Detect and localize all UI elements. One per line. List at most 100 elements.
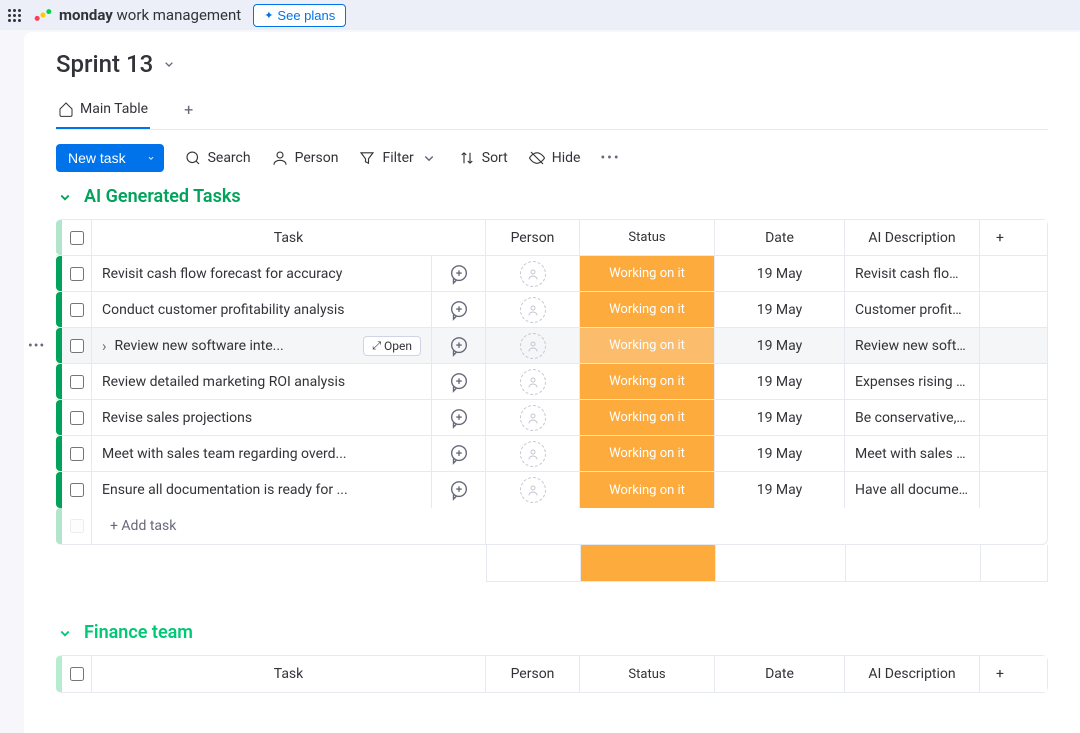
group-ai-header[interactable]: AI Generated Tasks	[56, 186, 1048, 207]
filter-tool[interactable]: Filter	[358, 149, 437, 167]
cell-date[interactable]: 19 May	[715, 364, 845, 399]
cell-aidesc[interactable]: Have all document...	[845, 472, 980, 508]
conversation-button[interactable]	[432, 292, 486, 327]
conversation-button[interactable]	[432, 436, 486, 471]
cell-task[interactable]: Revisit cash flow forecast for accuracy	[92, 256, 432, 291]
task-name[interactable]: Review new software inte...	[115, 338, 358, 354]
row-menu-icon[interactable]: •••	[28, 338, 45, 354]
cell-person[interactable]	[486, 364, 580, 399]
row-checkbox[interactable]	[62, 292, 92, 327]
cell-status[interactable]: Working on it	[580, 292, 715, 327]
cell-aidesc[interactable]: Customer profitabil...	[845, 292, 980, 327]
row-checkbox[interactable]	[62, 328, 92, 363]
cell-status[interactable]: Working on it	[580, 472, 715, 508]
cell-person[interactable]	[486, 256, 580, 291]
see-plans-button[interactable]: See plans	[253, 4, 346, 27]
group-ai-name: AI Generated Tasks	[84, 186, 241, 207]
cell-task[interactable]: Conduct customer profitability analysis	[92, 292, 432, 327]
task-name[interactable]: Revise sales projections	[102, 410, 421, 426]
col-aidesc[interactable]: AI Description	[845, 656, 980, 692]
col-date[interactable]: Date	[715, 220, 845, 255]
cell-status[interactable]: Working on it	[580, 436, 715, 471]
cell-date[interactable]: 19 May	[715, 436, 845, 471]
cell-date[interactable]: 19 May	[715, 256, 845, 291]
cell-person[interactable]	[486, 472, 580, 508]
cell-aidesc[interactable]: Expenses rising - n...	[845, 364, 980, 399]
row-checkbox[interactable]	[62, 256, 92, 291]
add-column-button[interactable]: +	[980, 656, 1020, 692]
group-finance-name: Finance team	[84, 622, 193, 643]
cell-aidesc[interactable]: Revisit cash flow fo...	[845, 256, 980, 291]
cell-date[interactable]: 19 May	[715, 292, 845, 327]
row-checkbox[interactable]	[62, 472, 92, 508]
conversation-button[interactable]	[432, 364, 486, 399]
cell-date[interactable]: 19 May	[715, 472, 845, 508]
table-row[interactable]: Revise sales projections Working on it19 …	[56, 400, 1047, 436]
more-menu[interactable]: •••	[600, 150, 620, 166]
tab-add-button[interactable]: +	[182, 92, 195, 129]
table-row[interactable]: Conduct customer profitability analysis W…	[56, 292, 1047, 328]
cell-aidesc[interactable]: Be conservative, re...	[845, 400, 980, 435]
task-name[interactable]: Ensure all documentation is ready for ..…	[102, 482, 421, 498]
conversation-button[interactable]	[432, 256, 486, 291]
table-row[interactable]: Meet with sales team regarding overd... W…	[56, 436, 1047, 472]
col-task[interactable]: Task	[92, 220, 486, 255]
tab-main-table[interactable]: Main Table	[56, 93, 150, 129]
cell-person[interactable]	[486, 436, 580, 471]
search-tool[interactable]: Search	[184, 149, 251, 167]
cell-status[interactable]: Working on it	[580, 256, 715, 291]
sort-tool[interactable]: Sort	[458, 149, 508, 167]
col-person[interactable]: Person	[486, 656, 580, 692]
table-row[interactable]: •••›Review new software inte...⤢ OpenWor…	[56, 328, 1047, 364]
brand[interactable]: monday work management	[33, 5, 241, 25]
cell-person[interactable]	[486, 328, 580, 363]
expand-subitems-icon[interactable]: ›	[102, 337, 107, 355]
person-tool[interactable]: Person	[271, 149, 339, 167]
row-checkbox[interactable]	[62, 436, 92, 471]
table-row[interactable]: Review detailed marketing ROI analysis Wo…	[56, 364, 1047, 400]
group-finance-header[interactable]: Finance team	[56, 622, 1048, 643]
new-task-dropdown[interactable]	[138, 144, 164, 172]
table-row[interactable]: Ensure all documentation is ready for ..…	[56, 472, 1047, 508]
table-row[interactable]: Revisit cash flow forecast for accuracy W…	[56, 256, 1047, 292]
col-aidesc[interactable]: AI Description	[845, 220, 980, 255]
add-task-row[interactable]: + Add task	[56, 508, 1047, 544]
cell-date[interactable]: 19 May	[715, 400, 845, 435]
home-icon	[58, 101, 74, 117]
row-checkbox[interactable]	[62, 400, 92, 435]
cell-aidesc[interactable]: Review new softwa...	[845, 328, 980, 363]
cell-status[interactable]: Working on it	[580, 400, 715, 435]
add-column-button[interactable]: +	[980, 220, 1020, 255]
cell-person[interactable]	[486, 292, 580, 327]
open-item-button[interactable]: ⤢ Open	[363, 336, 421, 356]
conversation-button[interactable]	[432, 400, 486, 435]
cell-task[interactable]: Revise sales projections	[92, 400, 432, 435]
cell-status[interactable]: Working on it	[580, 364, 715, 399]
cell-task[interactable]: › Review new software inte... ⤢ Open	[92, 328, 432, 363]
cell-person[interactable]	[486, 400, 580, 435]
new-task-button[interactable]: New task	[56, 144, 138, 172]
cell-task[interactable]: Review detailed marketing ROI analysis	[92, 364, 432, 399]
apps-grid-icon[interactable]	[8, 9, 21, 22]
cell-aidesc[interactable]: Meet with sales tea...	[845, 436, 980, 471]
col-status[interactable]: Status	[580, 656, 715, 692]
task-name[interactable]: Meet with sales team regarding overd...	[102, 446, 421, 462]
hide-tool[interactable]: Hide	[528, 149, 581, 167]
row-checkbox[interactable]	[62, 364, 92, 399]
cell-status[interactable]: Working on it	[580, 328, 715, 363]
cell-task[interactable]: Meet with sales team regarding overd...	[92, 436, 432, 471]
col-person[interactable]: Person	[486, 220, 580, 255]
select-all-checkbox[interactable]	[62, 656, 92, 692]
col-task[interactable]: Task	[92, 656, 486, 692]
conversation-button[interactable]	[432, 328, 486, 363]
conversation-button[interactable]	[432, 472, 486, 508]
col-date[interactable]: Date	[715, 656, 845, 692]
task-name[interactable]: Review detailed marketing ROI analysis	[102, 374, 421, 390]
select-all-checkbox[interactable]	[62, 220, 92, 255]
task-name[interactable]: Conduct customer profitability analysis	[102, 302, 421, 318]
col-status[interactable]: Status	[580, 220, 715, 255]
task-name[interactable]: Revisit cash flow forecast for accuracy	[102, 266, 421, 282]
cell-date[interactable]: 19 May	[715, 328, 845, 363]
cell-task[interactable]: Ensure all documentation is ready for ..…	[92, 472, 432, 508]
board-title[interactable]: Sprint 13	[56, 50, 1048, 78]
